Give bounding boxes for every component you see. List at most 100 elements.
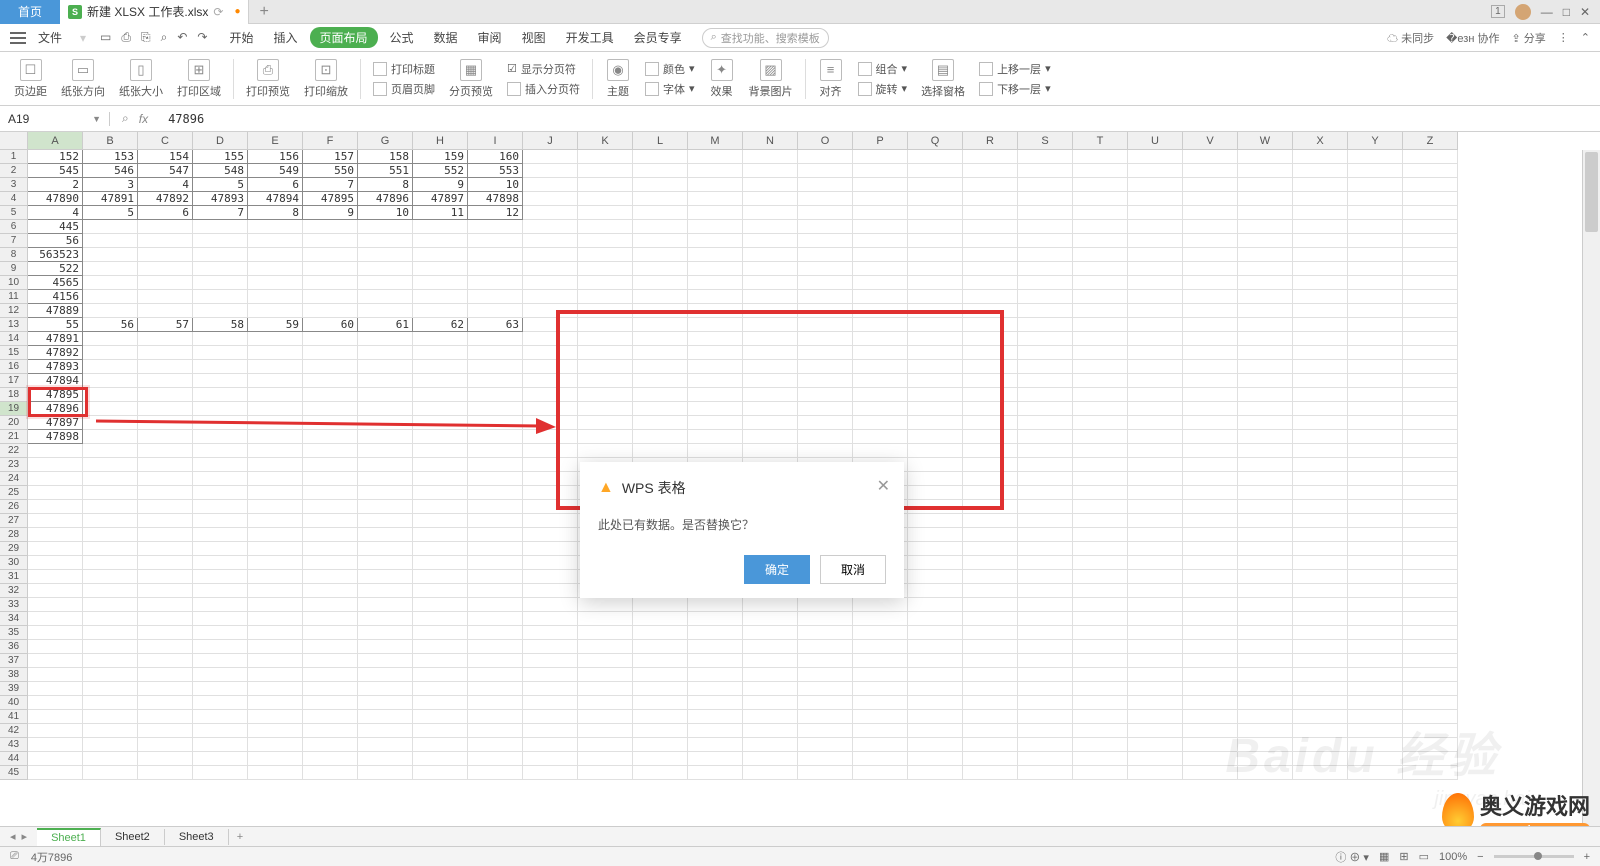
cell[interactable] — [1238, 150, 1293, 164]
cell[interactable] — [193, 542, 248, 556]
cell[interactable] — [1238, 458, 1293, 472]
cell[interactable]: 47892 — [28, 346, 83, 360]
cell[interactable] — [963, 584, 1018, 598]
search-box[interactable]: ⌕ 查找功能、搜索模板 — [702, 28, 829, 48]
cell[interactable] — [798, 178, 853, 192]
cell[interactable] — [468, 472, 523, 486]
cell[interactable] — [1403, 710, 1458, 724]
cell[interactable] — [413, 528, 468, 542]
cell[interactable] — [743, 612, 798, 626]
cell[interactable] — [633, 640, 688, 654]
cell[interactable] — [853, 626, 908, 640]
cell[interactable] — [523, 766, 578, 780]
cell[interactable] — [633, 290, 688, 304]
cell[interactable] — [578, 752, 633, 766]
cell[interactable] — [688, 178, 743, 192]
cell[interactable] — [303, 752, 358, 766]
cell[interactable] — [303, 710, 358, 724]
row-header[interactable]: 27 — [0, 514, 28, 528]
cell[interactable]: 61 — [358, 318, 413, 332]
cell[interactable] — [578, 668, 633, 682]
cell[interactable] — [138, 710, 193, 724]
cell[interactable] — [83, 682, 138, 696]
cell[interactable] — [1348, 304, 1403, 318]
cell[interactable] — [743, 164, 798, 178]
cell[interactable] — [193, 444, 248, 458]
row-header[interactable]: 14 — [0, 332, 28, 346]
cell[interactable] — [963, 206, 1018, 220]
cell[interactable] — [1183, 374, 1238, 388]
cell[interactable] — [853, 416, 908, 430]
cell[interactable] — [1348, 752, 1403, 766]
cell[interactable] — [1293, 220, 1348, 234]
cell[interactable] — [1238, 584, 1293, 598]
cell[interactable] — [413, 598, 468, 612]
cell[interactable] — [28, 626, 83, 640]
cell[interactable] — [83, 248, 138, 262]
cell[interactable] — [798, 360, 853, 374]
cell[interactable] — [413, 696, 468, 710]
cell[interactable] — [193, 486, 248, 500]
cell[interactable] — [468, 710, 523, 724]
cell[interactable] — [1073, 710, 1128, 724]
cell[interactable] — [798, 416, 853, 430]
cell[interactable]: 47890 — [28, 192, 83, 206]
cell[interactable] — [1073, 682, 1128, 696]
cell[interactable] — [303, 332, 358, 346]
column-header-M[interactable]: M — [688, 132, 743, 150]
cell[interactable] — [798, 234, 853, 248]
cell[interactable] — [83, 290, 138, 304]
cell[interactable] — [413, 584, 468, 598]
collab-button[interactable]: �езн 协作 — [1446, 30, 1499, 46]
cell[interactable] — [83, 220, 138, 234]
cell[interactable] — [1128, 626, 1183, 640]
cell[interactable] — [193, 570, 248, 584]
menu-view[interactable]: 视图 — [514, 29, 554, 46]
cell[interactable] — [303, 458, 358, 472]
cell[interactable] — [193, 220, 248, 234]
cell[interactable] — [1293, 472, 1348, 486]
cell[interactable] — [1403, 542, 1458, 556]
cell[interactable] — [248, 584, 303, 598]
cell[interactable]: 59 — [248, 318, 303, 332]
row-header[interactable]: 22 — [0, 444, 28, 458]
cell[interactable] — [963, 654, 1018, 668]
cell[interactable] — [193, 416, 248, 430]
cell[interactable] — [193, 654, 248, 668]
cell[interactable]: 7 — [303, 178, 358, 192]
menu-more-icon[interactable]: ⋮ — [1558, 31, 1569, 44]
cell[interactable] — [1128, 248, 1183, 262]
cell[interactable] — [1183, 766, 1238, 780]
zoom-in-icon[interactable]: + — [1584, 851, 1590, 863]
row-header[interactable]: 16 — [0, 360, 28, 374]
cell[interactable] — [1238, 206, 1293, 220]
cell[interactable] — [853, 220, 908, 234]
cell[interactable] — [633, 192, 688, 206]
row-header[interactable]: 20 — [0, 416, 28, 430]
cell[interactable] — [248, 430, 303, 444]
row-header[interactable]: 35 — [0, 626, 28, 640]
cell[interactable] — [743, 766, 798, 780]
cell[interactable] — [193, 668, 248, 682]
cell[interactable] — [743, 598, 798, 612]
cell[interactable] — [1073, 486, 1128, 500]
cell[interactable] — [468, 738, 523, 752]
cell[interactable] — [853, 304, 908, 318]
window-close[interactable]: ✕ — [1580, 5, 1590, 19]
cell[interactable] — [1403, 612, 1458, 626]
cell[interactable]: 158 — [358, 150, 413, 164]
cell[interactable] — [303, 738, 358, 752]
cell[interactable] — [138, 640, 193, 654]
cell[interactable] — [963, 668, 1018, 682]
cell[interactable] — [1073, 738, 1128, 752]
cell[interactable] — [853, 724, 908, 738]
cell[interactable] — [1128, 276, 1183, 290]
cell[interactable] — [523, 304, 578, 318]
cell[interactable] — [28, 514, 83, 528]
cell[interactable]: 56 — [28, 234, 83, 248]
cell[interactable] — [1183, 332, 1238, 346]
cell[interactable] — [523, 178, 578, 192]
cell[interactable] — [138, 220, 193, 234]
cell[interactable] — [1183, 402, 1238, 416]
cell[interactable] — [1348, 570, 1403, 584]
